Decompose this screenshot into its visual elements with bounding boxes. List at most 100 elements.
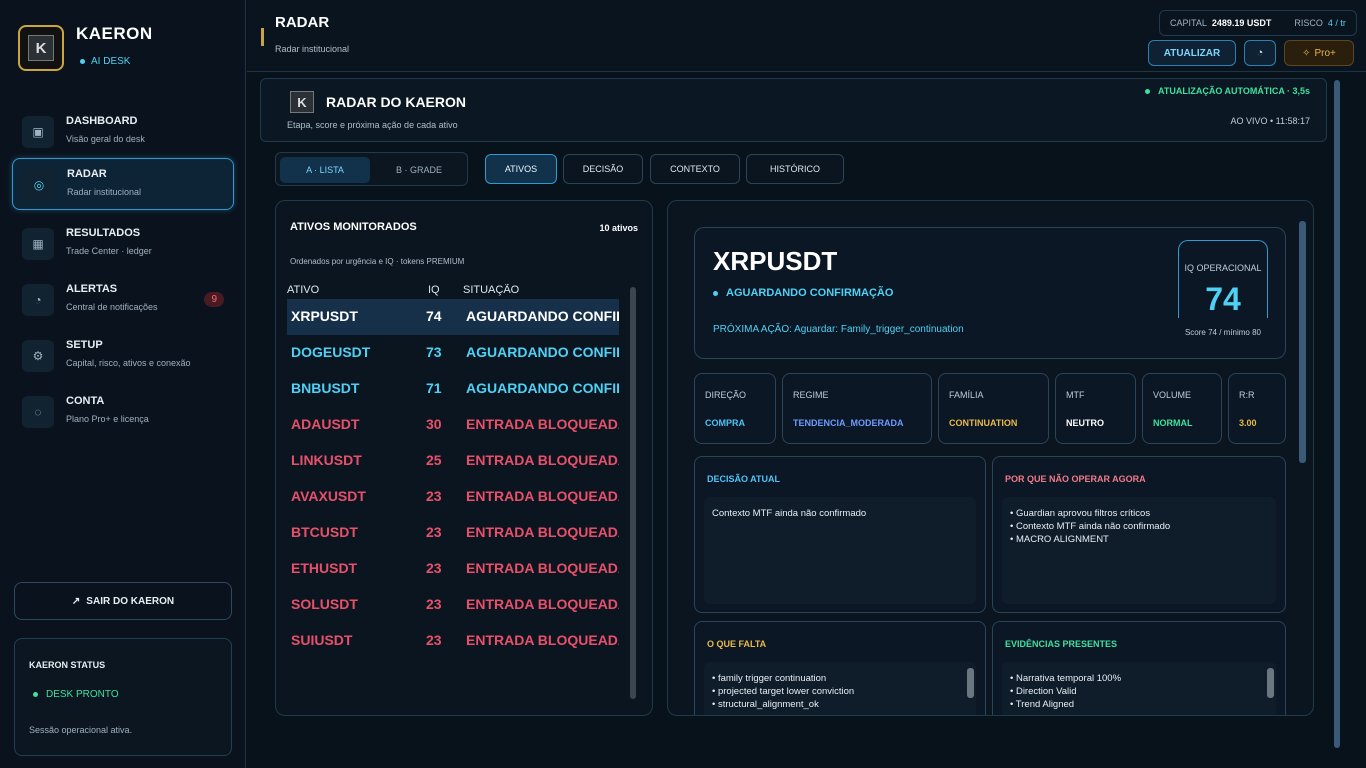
metric-value: NEUTRO bbox=[1066, 418, 1104, 428]
assets-title: ATIVOS MONITORADOS bbox=[290, 221, 417, 233]
metric-direcao: DIREÇÃO COMPRA bbox=[694, 373, 776, 444]
cell-symbol: BTCUSDT bbox=[291, 524, 358, 540]
tab-ativos[interactable]: ATIVOS bbox=[485, 154, 557, 184]
tab-decisao[interactable]: DECISÃO bbox=[563, 154, 643, 184]
list-item: • structural_alignment_ok bbox=[712, 699, 819, 710]
tab-contexto[interactable]: CONTEXTO bbox=[650, 154, 740, 184]
risk-value: 4 / tr bbox=[1327, 18, 1346, 28]
table-row[interactable]: ETHUSDT 23 ENTRADA BLOQUEADA bbox=[287, 551, 619, 587]
list-item: • Direction Valid bbox=[1010, 686, 1077, 697]
sidebar-item-title: CONTA bbox=[66, 395, 105, 407]
assets-scrollbar[interactable] bbox=[630, 287, 636, 699]
metric-value: CONTINUATION bbox=[949, 418, 1018, 428]
capital-value: 2489.19 USDT bbox=[1211, 18, 1272, 28]
sidebar-item-title: DASHBOARD bbox=[66, 115, 138, 127]
title-accent-bar bbox=[261, 28, 264, 46]
radar-subtitle: Etapa, score e próxima ação de cada ativ… bbox=[287, 120, 458, 130]
sidebar-item-resultados[interactable]: ▦ RESULTADOS Trade Center · ledger bbox=[12, 218, 234, 270]
missing-title: O QUE FALTA bbox=[707, 639, 767, 649]
assets-subtitle: Ordenados por urgência e IQ · tokens PRE… bbox=[290, 257, 465, 266]
evidence-scrollbar[interactable] bbox=[1267, 668, 1274, 698]
radar-header-card: K RADAR DO KAERON Etapa, score e próxima… bbox=[260, 78, 1327, 142]
risk-label: RISCO bbox=[1294, 18, 1323, 28]
asset-symbol: XRPUSDT bbox=[713, 246, 838, 276]
bell-icon: ◔ bbox=[22, 284, 54, 316]
capital-label: CAPITAL bbox=[1170, 18, 1207, 28]
auto-update-label: ATUALIZAÇÃO AUTOMÁTICA · 3,5s bbox=[1158, 86, 1310, 96]
sidebar-item-title: RESULTADOS bbox=[66, 227, 141, 239]
list-item: • Trend Aligned bbox=[1010, 699, 1075, 710]
table-row[interactable]: AVAXUSDT 23 ENTRADA BLOQUEADA bbox=[287, 479, 619, 515]
clock-button[interactable]: ◔ bbox=[1244, 40, 1276, 66]
cell-status: ENTRADA BLOQUEADA bbox=[466, 452, 619, 468]
dashboard-icon: ▣ bbox=[22, 116, 54, 148]
sidebar-item-title: SETUP bbox=[66, 339, 103, 351]
metric-familia: FAMÍLIA CONTINUATION bbox=[938, 373, 1049, 444]
asset-summary-card: XRPUSDT AGUARDANDO CONFIRMAÇÃO PRÓXIMA A… bbox=[694, 227, 1286, 359]
table-row[interactable]: SOLUSDT 23 ENTRADA BLOQUEADA bbox=[287, 587, 619, 623]
cell-symbol: ADAUSDT bbox=[291, 416, 360, 432]
main-scrollbar[interactable] bbox=[1334, 80, 1340, 748]
cell-iq: 30 bbox=[426, 416, 442, 432]
cell-symbol: DOGEUSDT bbox=[291, 344, 371, 360]
cell-status: ENTRADA BLOQUEADA bbox=[466, 596, 619, 612]
cell-iq: 23 bbox=[426, 632, 442, 648]
missing-box: O QUE FALTA • family trigger continuatio… bbox=[694, 621, 986, 715]
top-header: RADAR Radar institucional CAPITAL 2489.1… bbox=[247, 0, 1366, 72]
missing-scrollbar[interactable] bbox=[967, 668, 974, 698]
sidebar: K KAERON AI DESK ▣ DASHBOARD Visão geral… bbox=[0, 0, 246, 768]
pro-plan-button[interactable]: ✧ Pro+ bbox=[1284, 40, 1354, 66]
assets-panel: ATIVOS MONITORADOS 10 ativos Ordenados p… bbox=[275, 200, 653, 716]
sidebar-item-radar[interactable]: ◎ RADAR Radar institucional bbox=[12, 158, 234, 210]
decision-box: DECISÃO ATUAL Contexto MTF ainda não con… bbox=[694, 456, 986, 613]
table-row[interactable]: LINKUSDT 25 ENTRADA BLOQUEADA bbox=[287, 443, 619, 479]
iq-score: Score 74 / mínimo 80 bbox=[1184, 328, 1262, 337]
cell-status: ENTRADA BLOQUEADA bbox=[466, 488, 619, 504]
pro-label: Pro+ bbox=[1314, 47, 1336, 59]
list-item: • Contexto MTF ainda não confirmado bbox=[1010, 521, 1171, 532]
detail-scrollbar[interactable] bbox=[1299, 221, 1306, 463]
exit-icon: ↗ bbox=[71, 595, 81, 607]
cell-iq: 74 bbox=[426, 308, 442, 324]
metric-label: VOLUME bbox=[1153, 390, 1192, 400]
table-row[interactable]: BTCUSDT 23 ENTRADA BLOQUEADA bbox=[287, 515, 619, 551]
table-row[interactable]: ADAUSDT 30 ENTRADA BLOQUEADA bbox=[287, 407, 619, 443]
grid-icon: ▦ bbox=[22, 228, 54, 260]
ai-desk-badge: AI DESK bbox=[80, 56, 130, 67]
tab-historico[interactable]: HISTÓRICO bbox=[746, 154, 844, 184]
cell-symbol: ETHUSDT bbox=[291, 560, 358, 576]
decision-title: DECISÃO ATUAL bbox=[707, 474, 780, 484]
cell-status: ENTRADA BLOQUEADA bbox=[466, 416, 619, 432]
sidebar-item-setup[interactable]: ⚙ SETUP Capital, risco, ativos e conexão bbox=[12, 330, 234, 382]
metric-label: REGIME bbox=[793, 390, 829, 400]
list-item: • MACRO ALIGNMENT bbox=[1010, 534, 1109, 545]
sidebar-item-subtitle: Plano Pro+ e licença bbox=[66, 414, 149, 424]
auto-update-indicator: ATUALIZAÇÃO AUTOMÁTICA · 3,5s bbox=[1145, 86, 1310, 96]
why-not-box: POR QUE NÃO OPERAR AGORA • Guardian apro… bbox=[992, 456, 1286, 613]
asset-state-label: AGUARDANDO CONFIRMAÇÃO bbox=[726, 287, 894, 299]
cell-status: ENTRADA BLOQUEADA bbox=[466, 560, 619, 576]
update-button[interactable]: ATUALIZAR bbox=[1148, 40, 1236, 66]
view-grid-button[interactable]: B · GRADE bbox=[374, 157, 464, 183]
table-row[interactable]: SUIUSDT 23 ENTRADA BLOQUEADA bbox=[287, 623, 619, 659]
cell-status: AGUARDANDO CONFIRMAÇÃO bbox=[466, 308, 619, 324]
cell-iq: 23 bbox=[426, 524, 442, 540]
sidebar-item-subtitle: Visão geral do desk bbox=[66, 134, 145, 144]
sidebar-item-conta[interactable]: ◌ CONTA Plano Pro+ e licença bbox=[12, 386, 234, 438]
status-state-label: DESK PRONTO bbox=[46, 689, 119, 700]
view-list-button[interactable]: A · LISTA bbox=[280, 157, 370, 183]
cell-status: ENTRADA BLOQUEADA bbox=[466, 524, 619, 540]
sidebar-item-alertas[interactable]: ◔ ALERTAS Central de notificações 9 bbox=[12, 274, 234, 326]
iq-label: IQ OPERACIONAL bbox=[1184, 263, 1262, 273]
metric-label: DIREÇÃO bbox=[705, 390, 747, 400]
table-row[interactable]: BNBUSDT 71 AGUARDANDO CONFIRMAÇÃO bbox=[287, 371, 619, 407]
sidebar-item-subtitle: Trade Center · ledger bbox=[66, 246, 152, 256]
table-row[interactable]: XRPUSDT 74 AGUARDANDO CONFIRMAÇÃO bbox=[287, 299, 619, 335]
status-dot-icon bbox=[80, 59, 85, 64]
assets-count: 10 ativos bbox=[599, 223, 638, 233]
clock-icon: ◔ bbox=[1256, 47, 1264, 59]
sidebar-item-dashboard[interactable]: ▣ DASHBOARD Visão geral do desk bbox=[12, 106, 234, 158]
table-row[interactable]: DOGEUSDT 73 AGUARDANDO CONFIRMAÇÃO bbox=[287, 335, 619, 371]
logout-button[interactable]: ↗ SAIR DO KAERON bbox=[14, 582, 232, 620]
list-item: • family trigger continuation bbox=[712, 673, 827, 684]
